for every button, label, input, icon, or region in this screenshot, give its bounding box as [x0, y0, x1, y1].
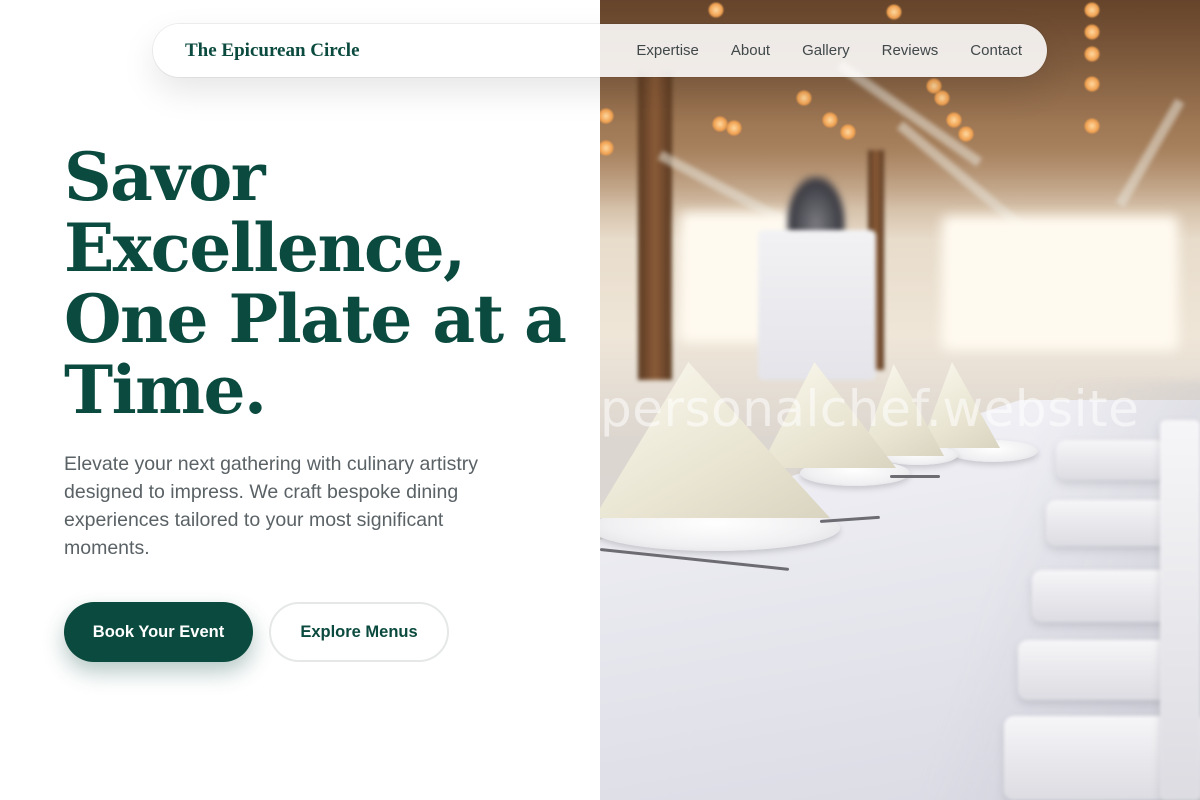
string-light [1084, 118, 1100, 134]
string-light [1084, 76, 1100, 92]
book-event-button[interactable]: Book Your Event [64, 602, 253, 662]
hero-heading: Savor Excellence, One Plate at a Time. [64, 138, 567, 429]
window [942, 216, 1178, 350]
chair [1056, 440, 1166, 480]
string-light [796, 90, 812, 106]
hero-banquet-image: personalchef.website [600, 0, 1200, 800]
string-light [934, 90, 950, 106]
nav-links: Expertise About Gallery Reviews Contact [636, 24, 1022, 77]
string-light [946, 112, 962, 128]
brand-logo-text[interactable]: The Epicurean Circle [185, 40, 360, 62]
lantern [758, 230, 876, 380]
string-light [726, 120, 742, 136]
wooden-pillar [638, 70, 672, 380]
string-light [1084, 24, 1100, 40]
knife [890, 475, 940, 478]
nav-link-about[interactable]: About [731, 42, 770, 59]
chair [1046, 500, 1176, 546]
string-light [840, 124, 856, 140]
landing-page: personalchef.website The Epicurean Circl… [0, 0, 1200, 800]
string-light [708, 2, 724, 18]
string-light [886, 4, 902, 20]
watermark-text: personalchef.website [600, 380, 1140, 438]
nav-link-expertise[interactable]: Expertise [636, 42, 699, 59]
hero-subtitle: Elevate your next gathering with culinar… [64, 453, 479, 559]
nav-link-contact[interactable]: Contact [970, 42, 1022, 59]
explore-menus-button[interactable]: Explore Menus [269, 602, 449, 662]
string-light [958, 126, 974, 142]
top-navbar: The Epicurean Circle Expertise About Gal… [153, 24, 1047, 77]
chair [1160, 420, 1200, 800]
nav-link-gallery[interactable]: Gallery [802, 42, 850, 59]
string-light [1084, 46, 1100, 62]
string-light [822, 112, 838, 128]
string-light [1084, 2, 1100, 18]
nav-link-reviews[interactable]: Reviews [882, 42, 939, 59]
